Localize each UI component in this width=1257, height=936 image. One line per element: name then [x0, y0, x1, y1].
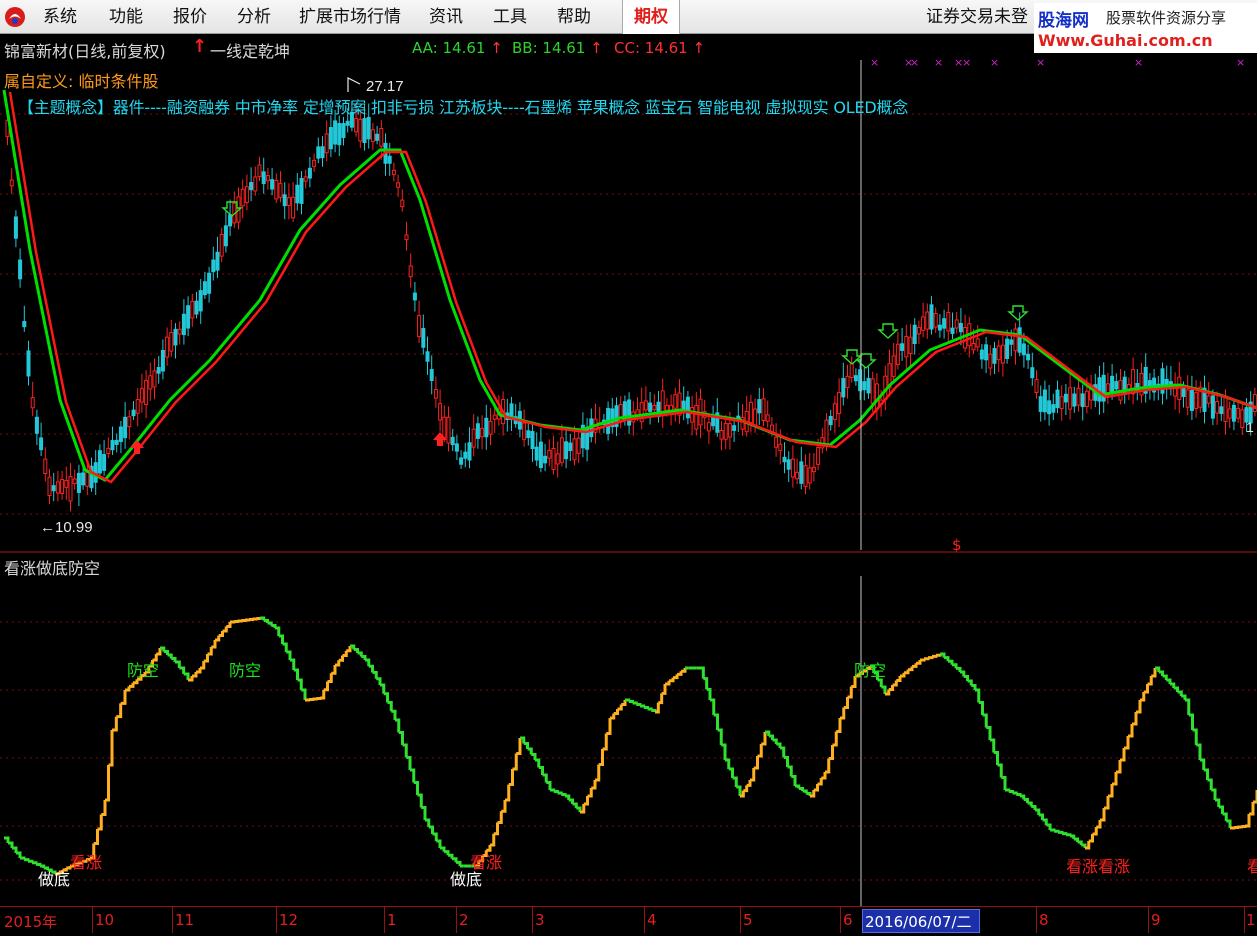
- axis-label-month: 8: [1039, 911, 1049, 929]
- chart-canvas[interactable]: × ×× × ×× × × × ×27.17←10.991$防空 防空 防空看涨做底看涨做底看涨看…: [0, 34, 1257, 906]
- menu-news[interactable]: 资讯: [422, 0, 470, 34]
- svg-text:×: ×: [870, 56, 879, 69]
- menu-system[interactable]: 系统: [36, 0, 84, 34]
- svg-text:×: ×: [934, 56, 943, 69]
- strategy-name: 一线定乾坤: [210, 42, 291, 61]
- watermark-url: Www.Guhai.com.cn: [1038, 31, 1213, 50]
- menu-analysis[interactable]: 分析: [230, 0, 278, 34]
- axis-label-year: 2015年: [4, 913, 58, 931]
- svg-text:×: ×: [910, 56, 919, 69]
- axis-label-month: 3: [535, 911, 545, 929]
- svg-text:×: ×: [962, 56, 971, 69]
- svg-text:×: ×: [1134, 56, 1143, 69]
- menu-help[interactable]: 帮助: [550, 0, 598, 34]
- right-edge-price-label: 1: [1246, 419, 1254, 435]
- price-grid: [0, 113, 1257, 881]
- menu-options[interactable]: 期权: [622, 0, 680, 34]
- indicator-title: 看涨做底防空: [4, 559, 101, 578]
- indicator-signal-label: 看涨看涨: [1066, 857, 1130, 876]
- signal-dollar-marker: $: [952, 536, 962, 554]
- watermark-brand: 股海网: [1038, 11, 1089, 31]
- indicator-signal-label: 看涨: [70, 853, 102, 872]
- indicator-signal-label: 防空: [229, 661, 261, 680]
- svg-text:×: ×: [990, 56, 999, 69]
- indicator-signal-label: 做底: [38, 870, 70, 889]
- axis-label-month: 9: [1151, 911, 1161, 929]
- axis-label-month: 12: [279, 911, 299, 929]
- menu-quote[interactable]: 报价: [166, 0, 214, 34]
- indicator-signal-label: 做底: [450, 870, 482, 889]
- aa-readout: AA: 14.61 ↑: [412, 39, 503, 57]
- high-price-label: 27.17: [366, 78, 404, 95]
- date-axis: 2015年 10 11 12 1 2 3 4 5 6 8 9 1 2016/06…: [0, 906, 1257, 936]
- axis-label-month: 1: [1246, 911, 1256, 929]
- axis-label-month: 6: [843, 911, 853, 929]
- low-price-label: ←10.99: [40, 519, 93, 536]
- concept-tags: 【主题概念】器件----融资融券 中市净率 定增预案 扣非亏损 江苏板块----…: [18, 98, 909, 117]
- watermark: 股海网 股票软件资源分享 Www.Guhai.com.cn: [1034, 3, 1257, 53]
- axis-label-month: 2: [459, 911, 469, 929]
- axis-label-month: 5: [743, 911, 753, 929]
- axis-label-month: 1: [387, 911, 397, 929]
- bb-readout: BB: 14.61 ↑: [512, 39, 603, 57]
- menu-tools[interactable]: 工具: [486, 0, 534, 34]
- candlesticks: [5, 100, 1257, 512]
- watermark-tagline: 股票软件资源分享: [1106, 9, 1227, 27]
- login-status[interactable]: 证券交易未登: [926, 0, 1028, 34]
- menu-function[interactable]: 功能: [102, 0, 150, 34]
- svg-text:×: ×: [1036, 56, 1045, 69]
- axis-label-month: 11: [175, 911, 195, 929]
- indicator-signal-label: 防空: [854, 661, 886, 680]
- indicator-line: [4, 616, 1257, 876]
- custom-condition-label: 属自定义: 临时条件股: [4, 72, 159, 91]
- stock-title: 锦富新材(日线,前复权): [4, 42, 166, 61]
- strategy-arrow-icon: ↑: [192, 36, 208, 57]
- menu-extended-market[interactable]: 扩展市场行情: [292, 0, 408, 34]
- cursor-date-readout: 2016/06/07/二: [862, 909, 980, 933]
- axis-label-month: 4: [647, 911, 657, 929]
- axis-label-month: 10: [95, 911, 115, 929]
- svg-text:×: ×: [1236, 56, 1245, 69]
- app-logo-icon[interactable]: [4, 6, 26, 28]
- indicator-signal-label: 看: [1247, 857, 1257, 876]
- indicator-signal-label: 防空: [127, 661, 159, 680]
- cc-readout: CC: 14.61 ↑: [614, 39, 706, 57]
